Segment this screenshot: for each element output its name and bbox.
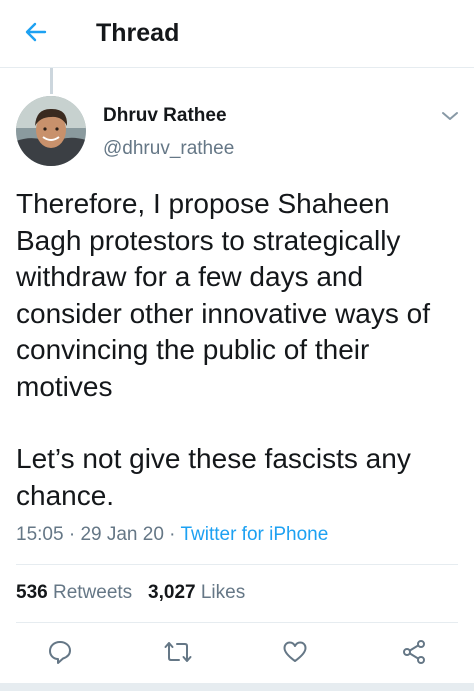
thread-connector-line bbox=[50, 68, 53, 94]
tweet-source-link[interactable]: Twitter for iPhone bbox=[180, 524, 328, 545]
divider bbox=[16, 564, 458, 565]
chevron-down-icon bbox=[441, 109, 459, 127]
retweet-icon bbox=[164, 639, 192, 670]
likes-stat[interactable]: 3,027 Likes bbox=[148, 580, 245, 606]
retweets-count: 536 bbox=[16, 582, 48, 603]
back-button[interactable] bbox=[18, 16, 54, 52]
author-handle[interactable]: @dhruv_rathee bbox=[103, 137, 234, 161]
tweet-time: 15:05 bbox=[16, 524, 64, 545]
share-icon bbox=[401, 639, 427, 670]
tweet-paragraph: Therefore, I propose Shaheen Bagh protes… bbox=[16, 188, 430, 402]
retweets-stat[interactable]: 536 Retweets bbox=[16, 580, 132, 606]
tweet-paragraph: Let’s not give these fascists any chance… bbox=[16, 443, 411, 511]
action-bar bbox=[0, 634, 474, 674]
bottom-divider bbox=[0, 683, 474, 691]
retweets-label: Retweets bbox=[52, 582, 133, 603]
tweet-options-button[interactable] bbox=[436, 104, 464, 132]
page-title: Thread bbox=[96, 19, 180, 47]
reply-button[interactable] bbox=[44, 638, 76, 670]
tweet-date: 29 Jan 20 bbox=[80, 524, 164, 545]
avatar[interactable] bbox=[16, 96, 86, 166]
back-arrow-icon bbox=[23, 19, 49, 50]
meta-separator: · bbox=[63, 524, 81, 545]
tweet-text: Therefore, I propose Shaheen Bagh protes… bbox=[16, 186, 461, 514]
tweet-meta: 15:05 · 29 Jan 20 · Twitter for iPhone bbox=[16, 522, 328, 548]
divider bbox=[16, 622, 458, 623]
share-button[interactable] bbox=[398, 638, 430, 670]
author-name[interactable]: Dhruv Rathee bbox=[103, 104, 227, 128]
tweet-stats: 536 Retweets 3,027 Likes bbox=[16, 580, 245, 606]
likes-label: Likes bbox=[200, 582, 246, 603]
like-button[interactable] bbox=[279, 638, 311, 670]
reply-icon bbox=[47, 639, 73, 670]
top-bar: Thread bbox=[0, 0, 474, 68]
meta-separator: · bbox=[163, 524, 181, 545]
heart-icon bbox=[282, 639, 308, 670]
likes-count: 3,027 bbox=[148, 582, 196, 603]
retweet-button[interactable] bbox=[162, 638, 194, 670]
